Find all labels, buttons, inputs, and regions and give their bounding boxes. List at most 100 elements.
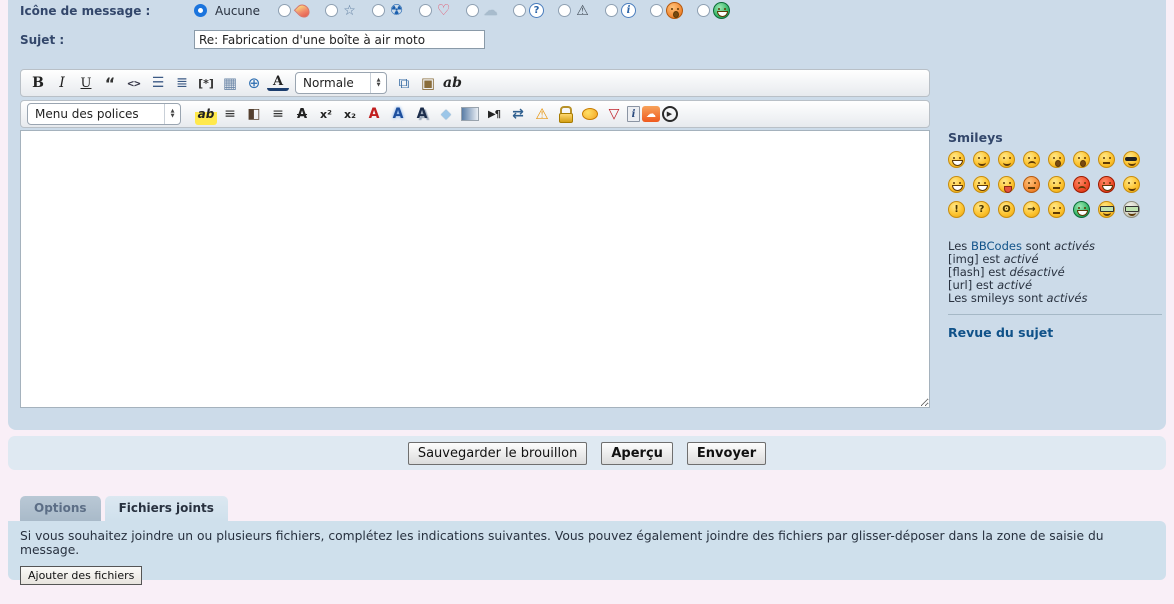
smiley[interactable] — [1123, 201, 1140, 218]
smiley[interactable]: ? — [973, 201, 990, 218]
code-button[interactable]: <> — [123, 72, 145, 94]
bullet-list-button[interactable]: ☰ — [147, 72, 169, 94]
question-icon: ? — [529, 3, 544, 18]
smiley[interactable] — [973, 176, 990, 193]
star-icon: ☆ — [341, 2, 358, 19]
add-files-button[interactable]: Ajouter des fichiers — [20, 566, 142, 585]
post-editor-panel: Icône de message : Aucune ☆ ☢ ♡ ☁ ? ⚠ i … — [8, 0, 1166, 430]
spoiler-bubble-button[interactable] — [579, 103, 601, 125]
actions-bar: Sauvegarder le brouillon Aperçu Envoyer — [8, 436, 1166, 470]
smiley[interactable] — [998, 176, 1015, 193]
font-colour-button[interactable]: A — [267, 75, 289, 91]
icon-radio-greengrin[interactable] — [697, 4, 710, 17]
text-direction-button[interactable]: ▶¶ — [483, 103, 505, 125]
message-icon-label: Icône de message : — [20, 4, 194, 18]
bbcode-status: Les BBCodes sont activés [img] est activ… — [948, 240, 1162, 305]
list-item-button[interactable]: [*] — [195, 72, 217, 94]
icon-radio-star[interactable] — [325, 4, 338, 17]
message-editor: B I U “ <> ☰ ≣ [*] ▦ ⊕ A Normale ⧉ ▣ ab … — [20, 69, 930, 411]
smiley[interactable] — [1073, 151, 1090, 168]
smiley[interactable] — [1098, 201, 1115, 218]
info-icon: i — [621, 3, 636, 18]
align-center-button[interactable]: ≡ — [219, 103, 241, 125]
copy-button[interactable]: ⧉ — [393, 72, 415, 94]
subject-label: Sujet : — [20, 33, 194, 47]
drop-button[interactable]: ◆ — [435, 103, 457, 125]
red-colour-button[interactable]: A — [363, 103, 385, 125]
strikethrough-button[interactable]: A — [291, 103, 313, 125]
info-block-button[interactable]: i — [627, 106, 640, 122]
align-right-button[interactable]: ≡ — [267, 103, 289, 125]
insert-link-button[interactable]: ⊕ — [243, 72, 265, 94]
topic-review-link[interactable]: Revue du sujet — [948, 325, 1053, 340]
warning-icon: ⚠ — [574, 2, 591, 19]
quote-button[interactable]: “ — [99, 72, 121, 94]
submit-button[interactable]: Envoyer — [687, 442, 766, 465]
glow-button[interactable]: A — [387, 103, 409, 125]
icon-radio-cloud[interactable] — [466, 4, 479, 17]
underline-button[interactable]: U — [75, 72, 97, 94]
smiley[interactable] — [973, 151, 990, 168]
attachments-panel: Si vous souhaitez joindre un ou plusieur… — [8, 521, 1166, 580]
smiley[interactable] — [998, 151, 1015, 168]
smiley[interactable] — [1048, 176, 1065, 193]
icon-radio-heart[interactable] — [419, 4, 432, 17]
format-toolbar-secondary: Menu des polices ab ≡ ◧ ≡ A x² x₂ A A A … — [20, 100, 930, 128]
smiley[interactable] — [1123, 151, 1140, 168]
highlight-button[interactable]: ab — [195, 103, 217, 125]
smiley[interactable] — [1073, 176, 1090, 193]
smiley[interactable] — [1023, 176, 1040, 193]
media-play-button[interactable]: ▶ — [662, 106, 678, 122]
font-family-select[interactable]: Menu des polices — [27, 103, 181, 125]
hide-lock-button[interactable] — [555, 103, 577, 125]
format-toolbar-primary: B I U “ <> ☰ ≣ [*] ▦ ⊕ A Normale ⧉ ▣ ab — [20, 69, 930, 97]
superscript-button[interactable]: x² — [315, 103, 337, 125]
insert-image-button[interactable]: ▦ — [219, 72, 241, 94]
icon-radio-info[interactable] — [605, 4, 618, 17]
numbered-list-button[interactable]: ≣ — [171, 72, 193, 94]
smiley[interactable]: → — [1023, 201, 1040, 218]
icon-radio-none[interactable] — [194, 4, 207, 17]
smiley[interactable] — [1048, 151, 1065, 168]
icon-radio-radiation[interactable] — [372, 4, 385, 17]
smiley[interactable] — [948, 176, 965, 193]
tab-attachments[interactable]: Fichiers joints — [105, 496, 228, 521]
thought-cloud-icon: ☁ — [482, 2, 499, 19]
heart-icon: ♡ — [435, 2, 452, 19]
align-image-button[interactable]: ◧ — [243, 103, 265, 125]
bold-button[interactable]: B — [27, 72, 49, 94]
font-size-value: Normale — [303, 76, 354, 90]
paste-button[interactable]: ▣ — [417, 72, 439, 94]
smiley[interactable] — [1098, 176, 1115, 193]
save-draft-button[interactable]: Sauvegarder le brouillon — [408, 442, 588, 465]
icon-radio-question[interactable] — [513, 4, 526, 17]
tab-options[interactable]: Options — [20, 496, 101, 521]
message-body-textarea[interactable] — [20, 130, 930, 408]
v-mark-button[interactable]: ▽ — [603, 103, 625, 125]
gradient-button[interactable] — [459, 103, 481, 125]
shadow-button[interactable]: A — [411, 103, 433, 125]
smiley[interactable] — [1123, 176, 1140, 193]
subscript-button[interactable]: x₂ — [339, 103, 361, 125]
subject-input[interactable] — [194, 30, 485, 49]
smiley[interactable]: ! — [948, 201, 965, 218]
smiley[interactable] — [1048, 201, 1065, 218]
smiley[interactable] — [948, 151, 965, 168]
smiley[interactable]: ʘ — [998, 201, 1015, 218]
direct-input-button[interactable]: ab — [441, 72, 464, 94]
font-size-select[interactable]: Normale — [295, 72, 387, 94]
marquee-button[interactable]: ⇄ — [507, 103, 529, 125]
bbcodes-link[interactable]: BBCodes — [971, 239, 1022, 253]
smiley[interactable] — [1098, 151, 1115, 168]
icon-radio-warning[interactable] — [558, 4, 571, 17]
soundcloud-button[interactable]: ☁ — [642, 106, 660, 122]
attachments-hint: Si vous souhaitez joindre un ou plusieur… — [20, 529, 1154, 557]
bottom-tabs: Options Fichiers joints — [20, 496, 228, 521]
italic-button[interactable]: I — [51, 72, 73, 94]
preview-button[interactable]: Aperçu — [601, 442, 673, 465]
icon-radio-fire[interactable] — [278, 4, 291, 17]
smiley[interactable] — [1073, 201, 1090, 218]
icon-radio-redface[interactable] — [650, 4, 663, 17]
warning-block-button[interactable]: ⚠ — [531, 103, 553, 125]
smiley[interactable] — [1023, 151, 1040, 168]
